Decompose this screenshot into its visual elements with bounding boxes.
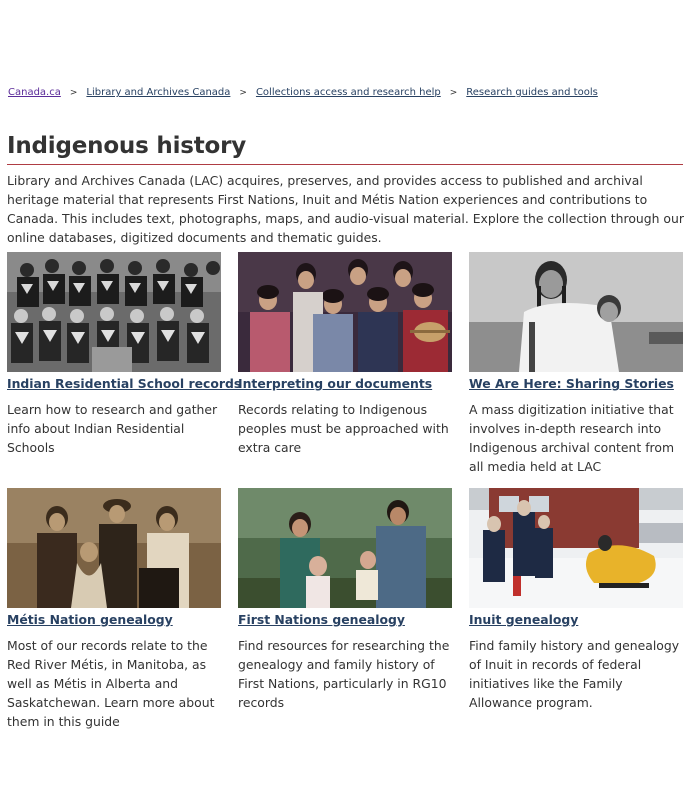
breadcrumb: Canada.ca > Library and Archives Canada … [8, 87, 598, 98]
card-description: Find resources for researching the genea… [238, 638, 450, 710]
card-description: A mass digitization initiative that invo… [469, 402, 675, 474]
woman-carrying-child-photo[interactable] [469, 252, 683, 372]
breadcrumb-link-canada[interactable]: Canada.ca [8, 87, 61, 98]
residential-school-hockey-team-photo[interactable] [7, 252, 221, 372]
card-title-link[interactable]: Indian Residential School records [7, 376, 241, 391]
card-description: Find family history and genealogy of Inu… [469, 638, 680, 710]
card-description: Most of our records relate to the Red Ri… [7, 638, 215, 729]
card-title-link[interactable]: We Are Here: Sharing Stories [469, 376, 683, 391]
card-metis-genealogy: Métis Nation genealogy Most of our recor… [7, 488, 221, 731]
card-description: Learn how to research and gather info ab… [7, 402, 218, 455]
card-title-link[interactable]: Métis Nation genealogy [7, 612, 221, 627]
metis-family-sepia-photo[interactable] [7, 488, 221, 608]
card-title-link[interactable]: Interpreting our documents [238, 376, 452, 391]
title-divider [7, 164, 683, 165]
card-first-nations-genealogy: First Nations genealogy Find resources f… [238, 488, 452, 712]
breadcrumb-separator-icon: > [69, 87, 78, 98]
breadcrumb-link-collections[interactable]: Collections access and research help [256, 87, 441, 98]
breadcrumb-link-lac[interactable]: Library and Archives Canada [86, 87, 230, 98]
page-title: Indigenous history [7, 133, 247, 159]
breadcrumb-link-research-guides[interactable]: Research guides and tools [466, 87, 598, 98]
card-description: Records relating to Indigenous peoples m… [238, 402, 449, 455]
breadcrumb-separator-icon: > [449, 87, 458, 98]
intro-paragraph: Library and Archives Canada (LAC) acquir… [7, 173, 684, 245]
card-inuit-genealogy: Inuit genealogy Find family history and … [469, 488, 683, 712]
card-interpreting-documents: Interpreting our documents Records relat… [238, 252, 452, 457]
first-nations-family-photo[interactable] [238, 488, 452, 608]
breadcrumb-separator-icon: > [239, 87, 247, 98]
inuit-family-snowmobile-photo[interactable] [469, 488, 683, 608]
card-residential-school-records: Indian Residential School records Learn … [7, 252, 241, 457]
group-of-young-women-photo[interactable] [238, 252, 452, 372]
card-title-link[interactable]: First Nations genealogy [238, 612, 452, 627]
card-we-are-here: We Are Here: Sharing Stories A mass digi… [469, 252, 683, 476]
card-title-link[interactable]: Inuit genealogy [469, 612, 683, 627]
